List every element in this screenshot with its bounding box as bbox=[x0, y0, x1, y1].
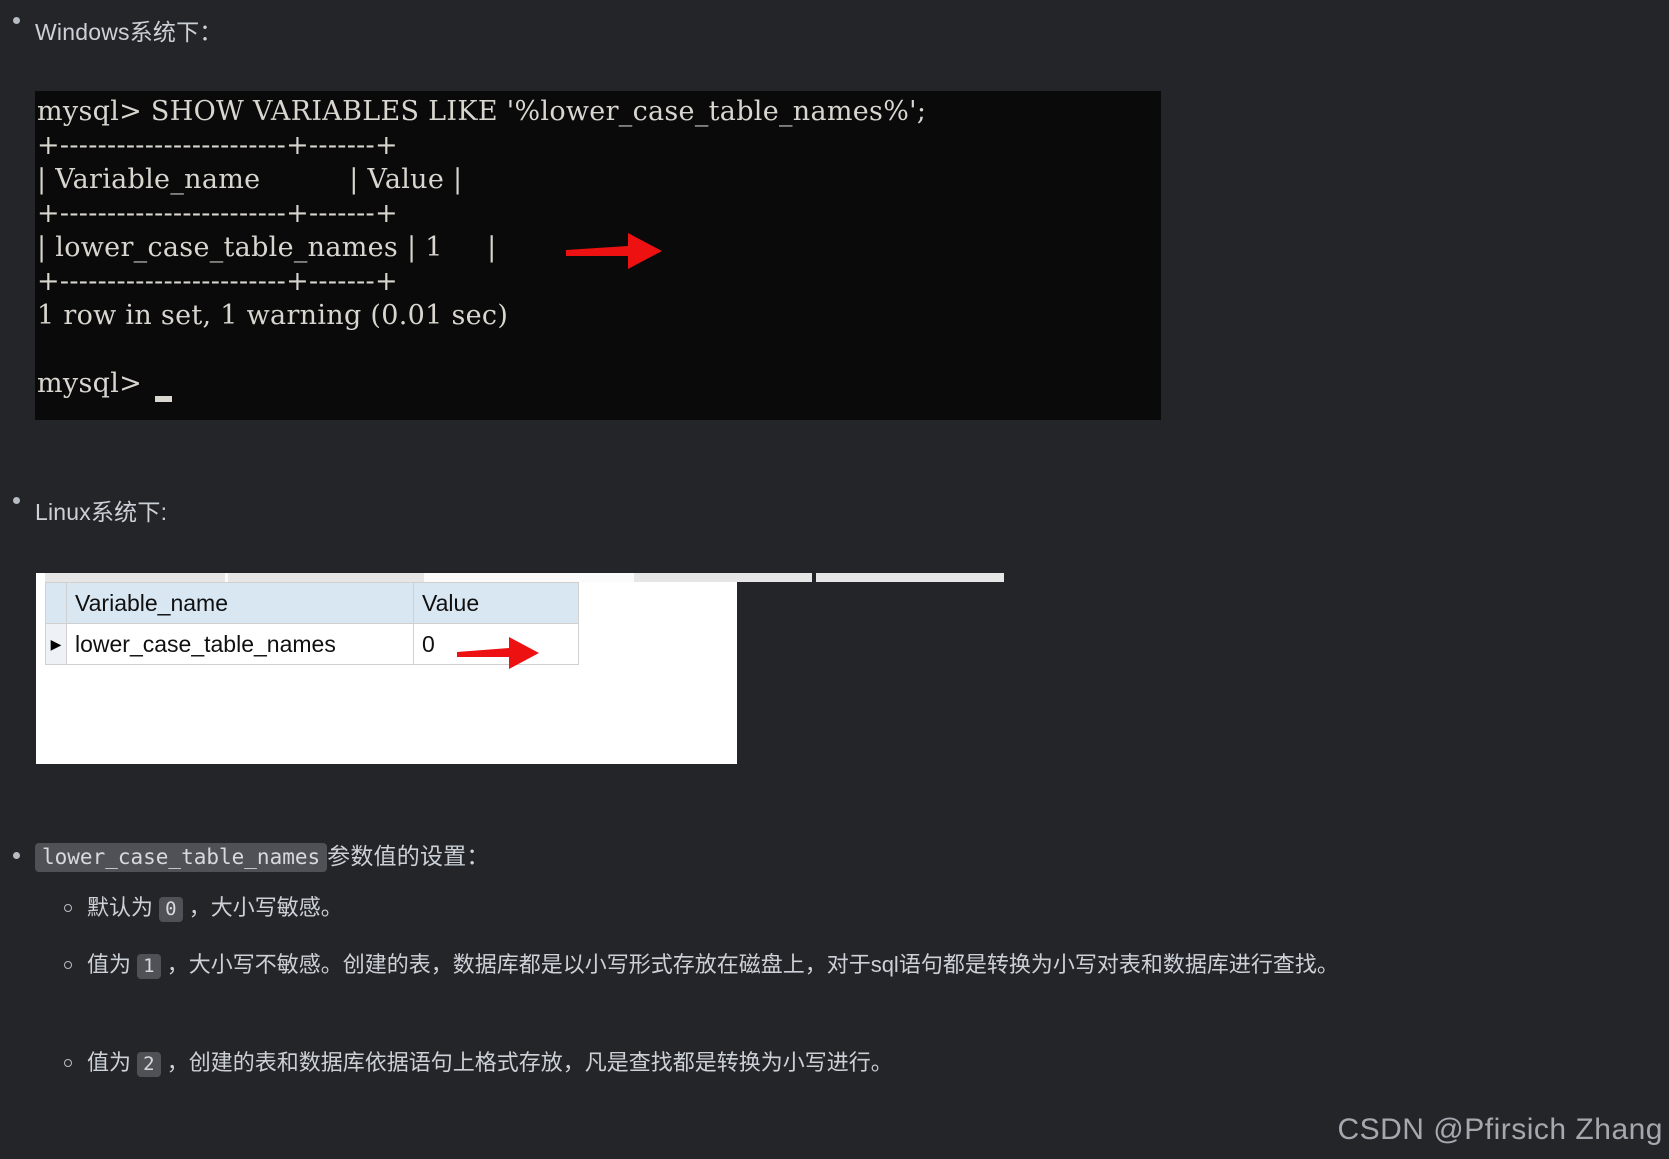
sub-bullet-suffix: ，创建的表和数据库依据语句上格式存放，凡是查找都是转换为小写进行。 bbox=[160, 1050, 893, 1075]
grid-cell-variable-name[interactable]: lower_case_table_names bbox=[66, 623, 414, 665]
terminal-line-rule-top: +------------------------+-------+ bbox=[37, 130, 398, 161]
bullet-dot-icon bbox=[13, 497, 20, 504]
bullet-ring-icon bbox=[64, 1059, 72, 1067]
terminal-line-row: | lower_case_table_names | 1 | bbox=[37, 232, 497, 263]
csdn-watermark: CSDN @Pfirsich Zhang bbox=[1337, 1113, 1663, 1146]
terminal-line-rule-bot: +------------------------+-------+ bbox=[37, 266, 398, 297]
grid-gutter bbox=[36, 573, 45, 764]
bullet-linux-label: Linux系统下: bbox=[35, 499, 168, 525]
grid-header-value: Value bbox=[413, 582, 579, 624]
terminal-line-status: 1 row in set, 1 warning (0.01 sec) bbox=[37, 300, 509, 331]
sub-bullet-value-1-text: 值为 1 ，大小写不敏感。创建的表，数据库都是以小写形式存放在磁盘上，对于sql… bbox=[87, 948, 1339, 983]
sub-bullet-value-2-text: 值为 2 ，创建的表和数据库依据语句上格式存放，凡是查找都是转换为小写进行。 bbox=[87, 1046, 893, 1081]
bullet-dot-icon bbox=[13, 852, 20, 859]
sub-bullet-default-0: 默认为 0 ，大小写敏感。 bbox=[64, 891, 1624, 926]
bullet-settings: lower_case_table_names 参数值的设置： bbox=[13, 841, 490, 872]
terminal-line-prompt: mysql> bbox=[37, 368, 143, 399]
grid-header-variable-name: Variable_name bbox=[66, 582, 414, 624]
sub-bullet-default-0-text: 默认为 0 ，大小写敏感。 bbox=[87, 891, 343, 926]
sub-bullet-prefix: 值为 bbox=[87, 1050, 138, 1075]
sub-bullet-value-1: 值为 1 ，大小写不敏感。创建的表，数据库都是以小写形式存放在磁盘上，对于sql… bbox=[64, 948, 1609, 983]
bullet-ring-icon bbox=[64, 904, 72, 912]
code-value-2: 2 bbox=[137, 1052, 161, 1077]
bullet-settings-label: lower_case_table_names 参数值的设置： bbox=[35, 841, 490, 872]
sub-bullet-suffix: ，大小写敏感。 bbox=[182, 895, 343, 920]
linux-result-grid: Variable_name Value ▶ lower_case_table_n… bbox=[36, 573, 1004, 764]
terminal-line-header: | Variable_name | Value | bbox=[37, 164, 463, 195]
red-arrow-icon-linux bbox=[457, 637, 539, 669]
terminal-line-rule-mid: +------------------------+-------+ bbox=[37, 198, 398, 229]
sub-bullet-prefix: 默认为 bbox=[87, 895, 160, 920]
code-value-1: 1 bbox=[137, 954, 161, 979]
grid-header-row: Variable_name Value bbox=[45, 582, 579, 624]
code-value-0: 0 bbox=[159, 897, 183, 922]
row-selector-arrow-icon[interactable]: ▶ bbox=[45, 623, 67, 665]
code-lower-case-table-names: lower_case_table_names bbox=[35, 843, 328, 872]
bullet-settings-suffix: 参数值的设置： bbox=[327, 843, 490, 869]
bullet-windows-label: Windows系统下： bbox=[35, 19, 223, 45]
bullet-linux: Linux系统下: bbox=[13, 497, 167, 527]
red-arrow-icon-windows bbox=[566, 233, 662, 269]
sub-bullet-value-2: 值为 2 ，创建的表和数据库依据语句上格式存放，凡是查找都是转换为小写进行。 bbox=[64, 1046, 1624, 1081]
sub-bullet-prefix: 值为 bbox=[87, 952, 138, 977]
bullet-dot-icon bbox=[13, 17, 20, 24]
terminal-cursor-icon bbox=[155, 396, 172, 402]
bullet-ring-icon bbox=[64, 961, 72, 969]
terminal-line-command: mysql> SHOW VARIABLES LIKE '%lower_case_… bbox=[37, 96, 927, 127]
sub-bullet-suffix: ，大小写不敏感。创建的表，数据库都是以小写形式存放在磁盘上，对于sql语句都是转… bbox=[160, 952, 1339, 977]
bullet-windows: Windows系统下： bbox=[13, 17, 223, 47]
grid-header-corner bbox=[45, 582, 67, 624]
grid-column-header-strip bbox=[36, 573, 1004, 582]
article-page: Windows系统下： mysql> SHOW VARIABLES LIKE '… bbox=[0, 0, 1669, 1159]
